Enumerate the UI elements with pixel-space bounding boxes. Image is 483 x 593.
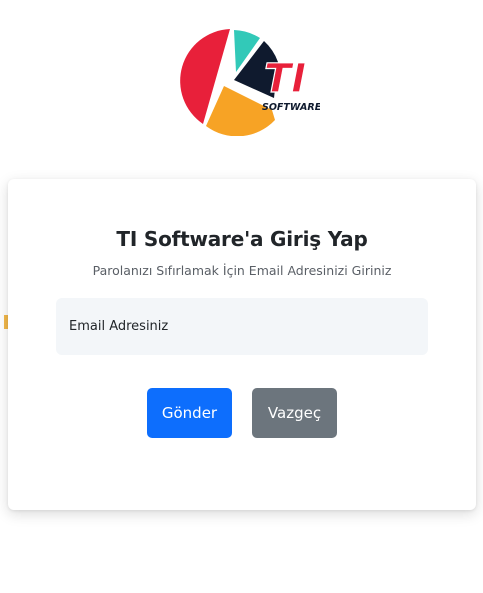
logo-graphic: TI SOFTWARE [180,29,320,136]
form-title: TI Software'a Giriş Yap [116,227,368,251]
send-button[interactable]: Gönder [147,388,232,438]
page: TI SOFTWARE TI Software'a Giriş Yap Paro… [0,0,483,593]
email-field[interactable]: Email Adresiniz [56,298,428,355]
email-field-label: Email Adresiniz [69,319,169,334]
cancel-button[interactable]: Vazgeç [252,388,337,438]
password-reset-card: TI Software'a Giriş Yap Parolanızı Sıfır… [8,179,476,510]
form-subtitle: Parolanızı Sıfırlamak İçin Email Adresin… [92,263,392,278]
ti-software-logo: TI SOFTWARE [178,28,320,136]
logo-text-sub: SOFTWARE [262,102,320,113]
logo-text-main: TI [264,56,306,102]
